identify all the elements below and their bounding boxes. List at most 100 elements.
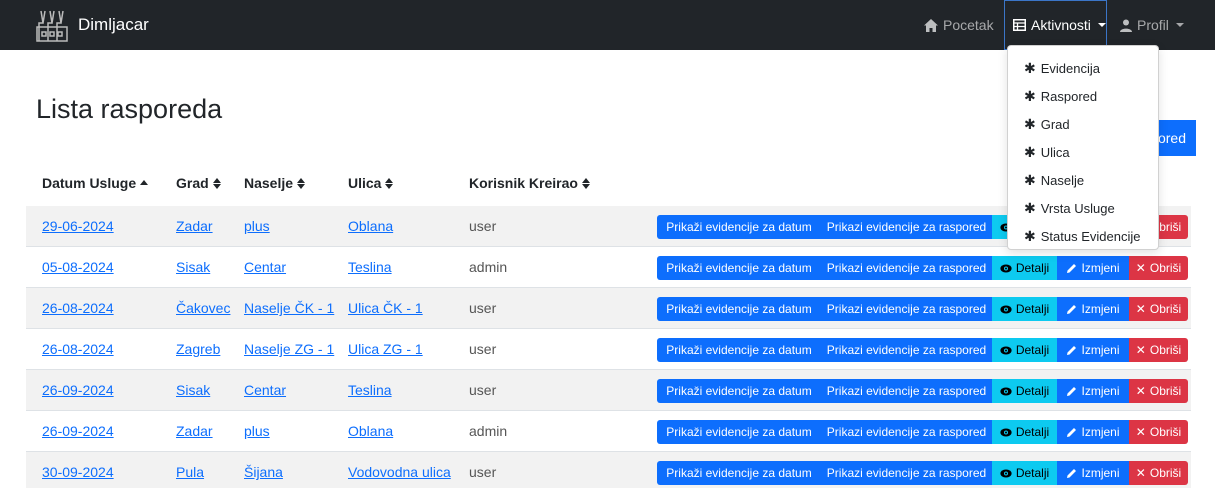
table-row: 26-09-2024 Sisak Centar Teslina user Prikaži … [26,370,1191,411]
city-link[interactable]: Zadar [176,411,213,451]
street-link[interactable]: Teslina [348,370,392,410]
street-link[interactable]: Teslina [348,247,392,287]
edit-button[interactable]: Izmjeni [1057,420,1129,444]
date-link[interactable]: 05-08-2024 [42,247,114,287]
show-records-by-date-button[interactable]: Prikaži evidencije za datum [657,338,821,362]
asterisk-icon: ✱ [1024,199,1036,216]
dropdown-item-vrsta-usluge[interactable]: ✱ Vrsta Usluge [1008,194,1158,222]
show-records-by-schedule-button[interactable]: Prikazi evidencije za raspored [821,215,992,239]
x-icon: ✕ [1135,384,1146,398]
details-button[interactable]: Detalji [992,297,1057,321]
date-link[interactable]: 26-08-2024 [42,329,114,369]
delete-label: Obriši [1149,261,1182,275]
details-button[interactable]: Detalji [992,461,1057,485]
dropdown-item-naselje[interactable]: ✱ Naselje [1008,166,1158,194]
nav-activities-dropdown-toggle[interactable]: Aktivnosti [1004,0,1107,50]
pencil-icon [1066,304,1077,315]
city-link[interactable]: Zadar [176,206,213,246]
city-link[interactable]: Sisak [176,370,210,410]
city-link[interactable]: Čakovec [176,288,230,328]
street-link[interactable]: Vodovodna ulica [348,452,451,488]
settlement-link[interactable]: plus [244,206,270,246]
edit-button[interactable]: Izmjeni [1057,461,1129,485]
details-button[interactable]: Detalji [992,379,1057,403]
asterisk-icon: ✱ [1024,87,1036,104]
show-records-by-schedule-button[interactable]: Prikazi evidencije za raspored [821,379,992,403]
delete-button[interactable]: ✕Obriši [1129,420,1188,444]
column-header-korisnik[interactable]: Korisnik Kreirao [469,175,590,191]
street-link[interactable]: Oblana [348,206,393,246]
date-link[interactable]: 29-06-2024 [42,206,114,246]
edit-label: Izmjeni [1081,343,1120,357]
settlement-link[interactable]: plus [244,411,270,451]
show-records-by-date-button[interactable]: Prikaži evidencije za datum [657,461,821,485]
city-link[interactable]: Zagreb [176,329,220,369]
eye-icon [1000,264,1012,273]
edit-label: Izmjeni [1081,425,1120,439]
street-link[interactable]: Ulica ČK - 1 [348,288,423,328]
delete-button[interactable]: ✕Obriši [1129,256,1188,280]
asterisk-icon: ✱ [1024,143,1036,160]
show-records-by-schedule-button[interactable]: Prikazi evidencije za raspored [821,338,992,362]
eye-icon [1000,469,1012,478]
column-header-label: Ulica [348,175,382,191]
delete-button[interactable]: ✕Obriši [1129,338,1188,362]
show-records-by-date-button[interactable]: Prikaži evidencije za datum [657,215,821,239]
dropdown-item-grad[interactable]: ✱ Grad [1008,110,1158,138]
dropdown-item-ulica[interactable]: ✱ Ulica [1008,138,1158,166]
dropdown-item-status-evidencije[interactable]: ✱ Status Evidencije [1008,222,1158,250]
date-link[interactable]: 26-09-2024 [42,370,114,410]
date-link[interactable]: 26-09-2024 [42,411,114,451]
edit-button[interactable]: Izmjeni [1057,338,1129,362]
home-icon [924,18,938,32]
column-header-ulica[interactable]: Ulica [348,175,394,191]
settlement-link[interactable]: Naselje ČK - 1 [244,288,334,328]
delete-button[interactable]: ✕Obriši [1129,379,1188,403]
date-link[interactable]: 30-09-2024 [42,452,114,488]
edit-button[interactable]: Izmjeni [1057,379,1129,403]
x-icon: ✕ [1135,425,1146,439]
settlement-link[interactable]: Naselje ZG - 1 [244,329,334,369]
edit-label: Izmjeni [1081,384,1120,398]
show-records-by-date-button[interactable]: Prikaži evidencije za datum [657,379,821,403]
show-records-by-schedule-button[interactable]: Prikazi evidencije za raspored [821,461,992,485]
date-link[interactable]: 26-08-2024 [42,288,114,328]
column-header-datum[interactable]: Datum Usluge [42,175,149,191]
show-records-by-date-button[interactable]: Prikaži evidencije za datum [657,297,821,321]
delete-button[interactable]: ✕Obriši [1129,297,1188,321]
city-link[interactable]: Pula [176,452,204,488]
column-header-label: Grad [176,175,209,191]
asterisk-icon: ✱ [1024,227,1036,244]
show-records-by-date-button[interactable]: Prikaži evidencije za datum [657,420,821,444]
created-by-user: admin [469,423,508,439]
street-link[interactable]: Ulica ZG - 1 [348,329,423,369]
details-button[interactable]: Detalji [992,256,1057,280]
settlement-link[interactable]: Šijana [244,452,283,488]
city-link[interactable]: Sisak [176,247,210,287]
pencil-icon [1066,468,1077,479]
details-button[interactable]: Detalji [992,338,1057,362]
brand-link[interactable]: Dimljacar [34,6,149,44]
dropdown-item-raspored[interactable]: ✱ Raspored [1008,82,1158,110]
settlement-link[interactable]: Centar [244,370,286,410]
column-header-naselje[interactable]: Naselje [244,175,306,191]
street-link[interactable]: Oblana [348,411,393,451]
dropdown-item-evidencija[interactable]: ✱ Evidencija [1008,54,1158,82]
delete-label: Obriši [1149,466,1182,480]
show-records-by-schedule-button[interactable]: Prikazi evidencije za raspored [821,256,992,280]
show-records-by-date-button[interactable]: Prikaži evidencije za datum [657,256,821,280]
show-records-by-schedule-button[interactable]: Prikazi evidencije za raspored [821,297,992,321]
edit-button[interactable]: Izmjeni [1057,256,1129,280]
settlement-link[interactable]: Centar [244,247,286,287]
column-header-grad[interactable]: Grad [176,175,221,191]
nav-home-link[interactable]: Pocetak [924,0,994,50]
column-header-label: Naselje [244,175,294,191]
show-records-by-schedule-button[interactable]: Prikazi evidencije za raspored [821,420,992,444]
sort-icon [581,177,590,189]
edit-label: Izmjeni [1081,261,1120,275]
edit-button[interactable]: Izmjeni [1057,297,1129,321]
delete-button[interactable]: ✕Obriši [1129,461,1188,485]
details-button[interactable]: Detalji [992,420,1057,444]
pencil-icon [1066,427,1077,438]
nav-profile-dropdown-toggle[interactable]: Profil [1120,0,1184,50]
